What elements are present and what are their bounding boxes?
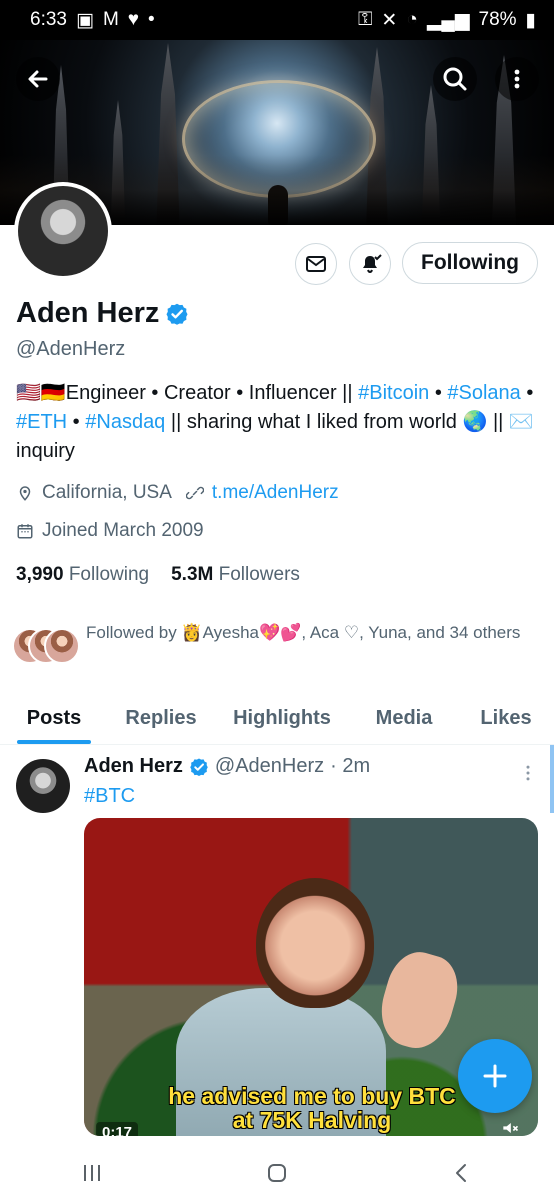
bell-icon <box>363 254 382 274</box>
wifi-icon: ◔ <box>406 9 418 30</box>
post-author-handle[interactable]: @AdenHerz <box>215 755 324 778</box>
followers-count: 5.3M <box>171 564 214 585</box>
back-arrow-icon <box>28 70 48 88</box>
bio-hashtag-solana[interactable]: #Solana <box>447 382 520 404</box>
post-author-name[interactable]: Aden Herz <box>84 755 183 778</box>
back-button[interactable] <box>16 57 60 101</box>
status-bar: 6:33 ▣ M ♥ • ⚿ ✕ ◔ ▂▄▆ 78% ▮ <box>0 0 554 40</box>
profile-handle: @AdenHerz <box>16 338 126 360</box>
mail-icon <box>306 256 326 272</box>
recent-apps-icon[interactable] <box>80 1161 104 1185</box>
bio-hashtag-nasdaq[interactable]: #Nasdaq <box>85 411 165 433</box>
followed-by-avatars <box>12 628 80 664</box>
bio-text-1: 🇺🇸🇩🇪Engineer • Creator • Influencer || <box>16 382 359 404</box>
plus-icon <box>483 1064 507 1088</box>
tab-media-label: Media <box>375 706 433 729</box>
post-header: Aden Herz @AdenHerz · 2m <box>84 755 370 778</box>
following-label: Following <box>68 564 150 585</box>
wifi-check-icon: ♥ <box>127 9 140 30</box>
scroll-indicator <box>550 745 554 813</box>
follower-avatar <box>44 628 80 664</box>
post-more-icon[interactable] <box>518 763 538 783</box>
tab-highlights[interactable]: Highlights <box>214 692 350 744</box>
tab-highlights-label: Highlights <box>233 706 331 729</box>
profile-location: California, USA <box>42 482 172 503</box>
mute-icon[interactable] <box>500 1118 520 1136</box>
tab-likes-label: Likes <box>480 706 532 729</box>
tab-likes[interactable]: Likes <box>458 692 554 744</box>
status-right: ⚿ ✕ ◔ ▂▄▆ 78% ▮ <box>358 9 536 32</box>
profile-meta: California, USA t.me/AdenHerz <box>16 482 339 504</box>
battery-icon: ▮ <box>525 9 536 31</box>
following-button[interactable]: Following <box>402 242 538 284</box>
video-caption: he advised me to buy BTC at 75K Halving <box>162 1084 462 1132</box>
bio-separator: • <box>520 382 534 404</box>
home-icon[interactable] <box>265 1161 289 1185</box>
tab-posts-label: Posts <box>26 706 82 729</box>
battery-text: 78% <box>478 9 517 30</box>
mail-status-icon: M <box>102 9 119 30</box>
bio-separator: • <box>429 382 448 404</box>
calendar-icon <box>17 524 33 539</box>
followers-label: Followers <box>218 564 300 585</box>
status-time: 6:33 <box>30 9 67 30</box>
gallery-icon: ▣ <box>75 9 94 31</box>
tab-posts[interactable]: Posts <box>0 692 108 744</box>
message-button[interactable] <box>295 243 337 285</box>
more-vertical-icon <box>514 69 520 89</box>
bio-hashtag-bitcoin[interactable]: #Bitcoin <box>358 382 429 404</box>
following-count: 3,990 <box>16 564 64 585</box>
back-nav-icon[interactable] <box>450 1161 474 1185</box>
profile-name: Aden Herz <box>16 297 160 329</box>
notifications-button[interactable] <box>349 243 391 285</box>
signal-icon: ▂▄▆ <box>426 9 470 31</box>
mute-status-icon: ✕ <box>381 9 398 31</box>
followers-count-link[interactable]: 5.3M Followers <box>171 564 300 586</box>
following-count-link[interactable]: 3,990 Following <box>16 564 149 586</box>
more-button[interactable] <box>495 57 539 101</box>
tab-replies[interactable]: Replies <box>108 692 214 744</box>
location-item: California, USA <box>16 482 172 504</box>
search-icon <box>443 67 467 91</box>
profile-bio: 🇺🇸🇩🇪Engineer • Creator • Influencer || #… <box>16 379 536 466</box>
video-subject-head <box>256 878 374 1008</box>
post-avatar[interactable] <box>16 759 70 813</box>
post-time: · 2m <box>330 755 371 777</box>
video-time: 0:17 <box>96 1122 139 1136</box>
location-icon <box>19 486 31 501</box>
verified-badge-icon <box>166 303 188 325</box>
avatar-photo <box>18 186 108 276</box>
profile-name-row: Aden Herz <box>16 297 189 330</box>
link-icon <box>185 486 204 500</box>
search-button[interactable] <box>433 57 477 101</box>
bio-separator: • <box>67 411 86 433</box>
joined-row: Joined March 2009 <box>16 520 204 542</box>
status-left: 6:33 ▣ M ♥ • <box>30 9 155 32</box>
profile-tabs: Posts Replies Highlights Media Likes <box>0 692 554 745</box>
follow-counts: 3,990 Following 5.3M Followers <box>16 564 300 586</box>
joined-date: Joined March 2009 <box>42 520 204 541</box>
followed-by-row[interactable]: Followed by 👸Ayesha💖💕, Aca ♡, Yuna, and … <box>12 620 532 664</box>
video-caption-line2: at 75K Halving <box>232 1107 392 1133</box>
dot-icon: • <box>148 9 155 30</box>
profile-website[interactable]: t.me/AdenHerz <box>212 482 339 504</box>
followed-by-text: Followed by 👸Ayesha💖💕, Aca ♡, Yuna, and … <box>86 623 521 642</box>
tab-media[interactable]: Media <box>350 692 458 744</box>
profile-avatar[interactable] <box>14 182 112 280</box>
compose-post-button[interactable] <box>458 1039 532 1113</box>
website-item[interactable]: t.me/AdenHerz <box>185 482 339 504</box>
verified-badge-icon <box>190 758 208 776</box>
tab-replies-label: Replies <box>125 706 197 729</box>
bio-hashtag-eth[interactable]: #ETH <box>16 411 67 433</box>
android-navigation-bar <box>0 1145 554 1200</box>
key-icon: ⚿ <box>357 9 373 30</box>
post-hashtag[interactable]: #BTC <box>84 785 135 808</box>
video-caption-line1: he advised me to buy BTC <box>168 1083 456 1109</box>
